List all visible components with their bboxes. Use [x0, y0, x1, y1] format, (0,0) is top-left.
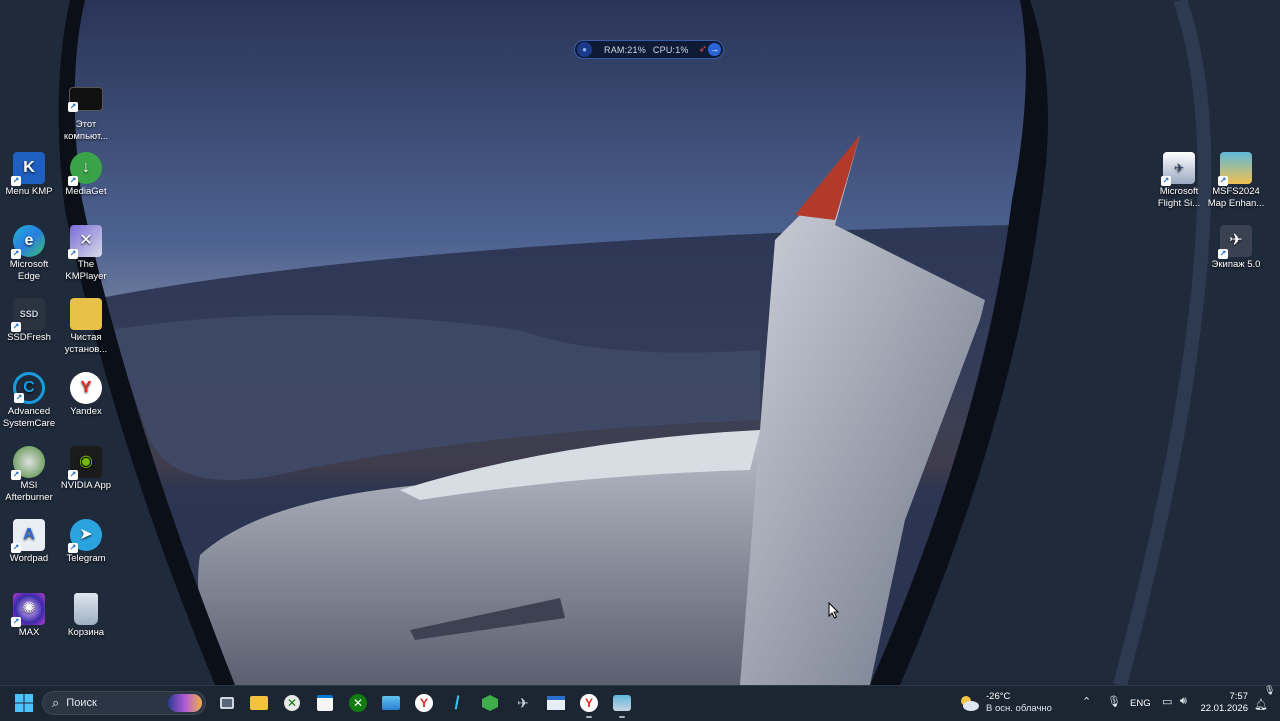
taskbar-msfs-active[interactable] — [609, 691, 635, 718]
taskbar-airline-app[interactable]: / — [444, 691, 470, 715]
telegram-icon: ➤ ↗ — [68, 519, 102, 553]
taskbar-cube-app[interactable] — [477, 691, 503, 715]
desktop-icon-ssdfresh[interactable]: SSD ↗ SSDFresh — [0, 298, 58, 344]
taskbar-file-explorer[interactable] — [246, 691, 272, 715]
desktop-icon-telegram[interactable]: ➤ ↗ Telegram — [57, 519, 115, 565]
desktop-icon-mediaget[interactable]: ↓ ↗ MediaGet — [57, 152, 115, 198]
edge-icon: e ↗ — [11, 225, 45, 259]
clock-date: 22.01.2026 — [1200, 703, 1248, 714]
desktop-icon-recycle-bin[interactable]: Корзина — [57, 593, 115, 639]
xbox-icon: ✕ — [284, 695, 300, 711]
desktop-icon-advanced-systemcare[interactable]: C ↗ Advanced SystemCare — [0, 372, 58, 430]
desktop-icon-msfs-map-enhancement[interactable]: ↗ MSFS2024 Map Enhan... — [1207, 152, 1265, 210]
desktop-icon-this-pc[interactable]: ↗ Этот компьют... — [57, 83, 115, 143]
yandex-icon: Y — [70, 372, 102, 404]
desktop-icon-menu-kmp[interactable]: K ↗ Menu KMP — [0, 152, 58, 198]
computer-icon: ↗ — [68, 87, 103, 112]
microphone-icon[interactable]: 🎙︎ — [1107, 695, 1121, 708]
desktop-icon-nvidia-app[interactable]: ◉ ↗ NVIDIA App — [57, 446, 115, 492]
airplane-icon: ✈ — [517, 694, 529, 711]
folder-icon — [250, 696, 268, 710]
mediaget-icon: ↓ ↗ — [68, 152, 102, 186]
search-highlight-icon — [168, 694, 202, 712]
weather-description: В осн. облачно — [986, 703, 1052, 714]
msi-afterburner-icon: ↗ — [11, 446, 45, 480]
desktop-icon-flight-simulator[interactable]: ✈ ↗ Microsoft Flight Si... — [1150, 152, 1208, 210]
store-icon — [317, 695, 333, 711]
desktop-icon-kmplayer[interactable]: ✕ ↗ The KMPlayer — [57, 225, 115, 283]
search-icon: ⌕ — [52, 695, 60, 710]
kmplayer-icon: ✕ ↗ — [68, 225, 102, 259]
ekipazh-icon: ✈ ↗ — [1218, 225, 1252, 259]
desktop-icon-msi-afterburner[interactable]: ↗ MSI Afterburner — [0, 446, 58, 504]
running-indicator — [619, 716, 625, 718]
start-button[interactable] — [11, 691, 37, 715]
map-enhancement-icon: ↗ — [1218, 152, 1252, 186]
input-language[interactable]: ENG — [1130, 698, 1151, 709]
taskbar-xbox-app[interactable]: ✕ — [279, 691, 305, 715]
taskbar-clock[interactable]: 7:57 22.01.2026 — [1200, 691, 1248, 715]
partly-cloudy-icon — [958, 694, 980, 712]
kmp-menu-icon: K ↗ — [11, 152, 45, 186]
map-enhancement-icon — [613, 695, 631, 711]
yandex-icon: Y — [415, 694, 433, 712]
folder-icon — [70, 298, 102, 330]
feather-icon: / — [454, 692, 460, 713]
ssdfresh-icon: SSD ↗ — [11, 298, 45, 332]
weather-temperature: -26°C — [986, 691, 1011, 702]
max-icon: ✺ ↗ — [11, 593, 45, 627]
desktop-icon-max[interactable]: ✺ ↗ MAX — [0, 593, 58, 639]
show-hidden-icons-chevron-icon[interactable]: ⌃ — [1082, 695, 1091, 708]
taskbar-flight-app[interactable]: ✈ — [510, 691, 536, 715]
desktop-icon-area: ↗ Этот компьют... K ↗ Menu KMP ↓ ↗ MediaGe… — [0, 0, 1280, 685]
windows-logo-icon — [15, 694, 33, 712]
taskbar-photos-app[interactable] — [378, 691, 404, 715]
task-view-icon — [220, 697, 234, 709]
desktop-icon-edge[interactable]: e ↗ Microsoft Edge — [0, 225, 58, 283]
search-placeholder: Поиск — [66, 697, 97, 709]
desktop-icon-clean-install-folder[interactable]: Чистая установ... — [57, 298, 115, 356]
taskbar: ⌕ Поиск ✕ ✕ Y / ✈ Y -26°C В осн. облачно… — [0, 685, 1280, 721]
volume-icon[interactable]: 🔊︎ — [1180, 695, 1187, 708]
desktop-icon-ekipazh[interactable]: ✈ ↗ Экипаж 5.0 — [1207, 225, 1265, 271]
taskbar-search-box[interactable]: ⌕ Поиск — [42, 691, 206, 715]
taskbar-yandex-active[interactable]: Y — [576, 691, 602, 718]
nvidia-icon: ◉ ↗ — [68, 446, 102, 480]
weather-widget[interactable]: -26°C В осн. облачно — [958, 690, 1052, 716]
wordpad-icon: A ↗ — [11, 519, 45, 553]
running-indicator — [586, 716, 592, 718]
desktop-icon-wordpad[interactable]: A ↗ Wordpad — [0, 519, 58, 565]
notification-bell-icon[interactable]: 🔔︎ — [1254, 698, 1268, 711]
task-view-button[interactable] — [214, 691, 240, 715]
clock-time: 7:57 — [1229, 691, 1249, 702]
taskbar-xbox-game-bar[interactable]: ✕ — [345, 691, 371, 715]
cube-icon — [482, 695, 498, 711]
taskbar-remote-desktop[interactable] — [543, 691, 569, 715]
recycle-bin-icon — [74, 593, 98, 625]
yandex-icon: Y — [580, 694, 598, 712]
flight-simulator-icon: ✈ ↗ — [1161, 152, 1195, 186]
advanced-systemcare-icon: C ↗ — [13, 372, 45, 404]
taskbar-yandex-browser[interactable]: Y — [411, 691, 437, 715]
taskbar-microsoft-store[interactable] — [312, 691, 338, 715]
mouse-cursor-icon — [828, 601, 840, 625]
window-app-icon — [547, 696, 565, 710]
xbox-logo-icon: ✕ — [349, 694, 367, 712]
network-icon[interactable]: ▭ — [1162, 695, 1172, 708]
microphone-in-use-icon: 🎙︎ — [1264, 685, 1276, 695]
photos-icon — [382, 696, 400, 710]
desktop-icon-yandex[interactable]: Y Yandex — [57, 372, 115, 418]
